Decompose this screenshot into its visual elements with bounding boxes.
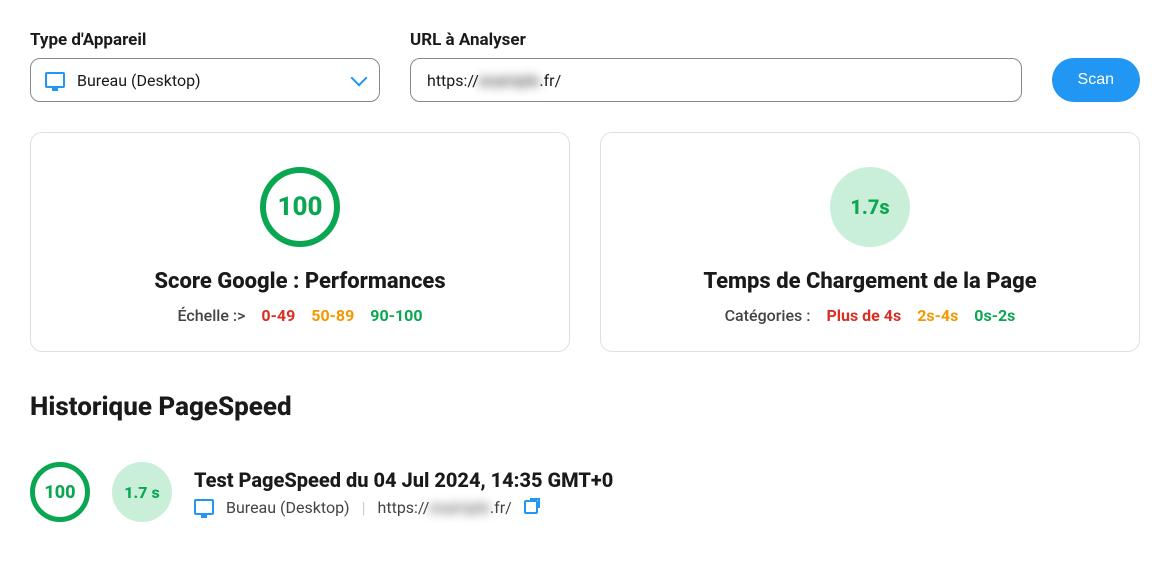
load-card-title: Temps de Chargement de la Page [703,269,1036,294]
load-time-card: 1.7s Temps de Chargement de la Page Caté… [600,132,1140,352]
external-link-icon[interactable] [524,500,538,514]
load-cat-bad: Plus de 4s [826,306,901,325]
history-item[interactable]: 100 1.7 s Test PageSpeed du 04 Jul 2024,… [30,462,1140,522]
url-label: URL à Analyser [410,30,1022,50]
history-time-circle: 1.7 s [112,462,172,522]
history-score-circle: 100 [30,462,90,522]
score-circle: 100 [260,167,340,247]
load-legend-label: Catégories : [725,306,811,325]
url-input-prefix: https:// [427,71,479,90]
score-range-bad: 0-49 [261,306,295,325]
score-range-mid: 50-89 [311,306,354,325]
url-input-suffix: .fr/ [539,71,561,90]
history-item-title: Test PageSpeed du 04 Jul 2024, 14:35 GMT… [194,468,613,492]
monitor-icon [45,72,65,88]
device-type-label: Type d'Appareil [30,30,380,50]
monitor-icon [194,499,214,515]
device-type-value: Bureau (Desktop) [77,71,341,90]
url-input-hidden: example [479,71,540,90]
url-input[interactable]: https://example.fr/ [410,58,1022,102]
chevron-down-icon [351,70,368,87]
history-url: https://example.fr/ [378,498,512,517]
device-type-select[interactable]: Bureau (Desktop) [30,58,380,102]
score-card-title: Score Google : Performances [154,269,445,294]
performance-score-card: 100 Score Google : Performances Échelle … [30,132,570,352]
separator: | [362,498,366,517]
load-cat-good: 0s-2s [974,306,1015,325]
load-time-circle: 1.7s [830,167,910,247]
load-cat-mid: 2s-4s [917,306,958,325]
history-title: Historique PageSpeed [30,392,1140,422]
score-range-good: 90-100 [370,306,422,325]
history-device: Bureau (Desktop) [226,498,350,517]
score-legend-label: Échelle :> [177,306,245,325]
scan-button[interactable]: Scan [1052,58,1140,102]
